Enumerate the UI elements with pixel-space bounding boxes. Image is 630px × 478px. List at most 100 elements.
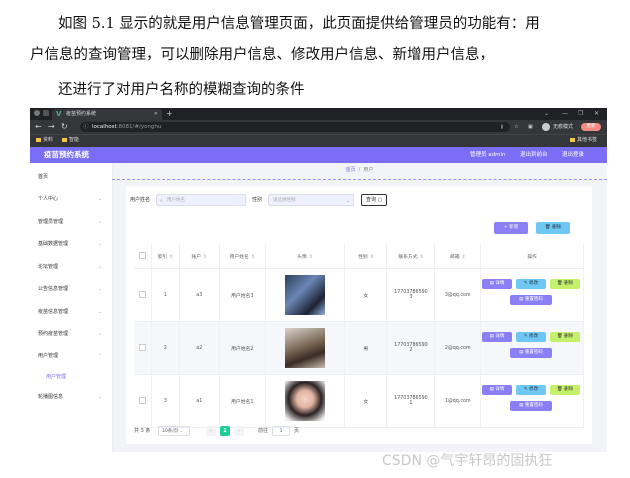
sidebar-item-forum[interactable]: 论坛管理 ⌄ — [38, 263, 102, 271]
column-header[interactable]: 联系方式 ⇕ — [386, 244, 436, 269]
goto-label: 前往 — [258, 428, 269, 434]
paragraph-line-1: 如图 5.1 显示的就是用户信息管理页面，此页面提供给管理员的功能有：用 — [58, 16, 540, 32]
row-checkbox[interactable] — [134, 321, 153, 375]
column-header[interactable]: 索引 ⇕ — [151, 244, 180, 269]
batch-delete-button[interactable]: 🗑 删除 — [536, 222, 570, 234]
bookmark-item[interactable]: 资料 — [36, 135, 53, 146]
restore-icon[interactable]: ❐ — [578, 108, 583, 120]
chevron-down-icon: ⌄ — [98, 219, 103, 225]
chevron-down-icon: ⌄ — [98, 264, 103, 270]
edit-button[interactable]: ✎ 修改 — [516, 332, 546, 342]
sidebar-subitem-users[interactable]: 用户管理 — [46, 373, 66, 381]
prev-page-button[interactable]: ‹ — [206, 426, 216, 436]
cell-gender: 女 — [344, 268, 388, 322]
page-unit-label: 页 — [294, 428, 300, 434]
bookmarks-bar: 资料 智能 其他书签 — [30, 134, 607, 147]
chevron-down-icon: ⌄ — [98, 196, 103, 202]
column-header[interactable]: 性别 ⇕ — [344, 244, 388, 269]
cell-avatar — [265, 268, 346, 322]
chevron-down-icon[interactable]: ⌄ — [544, 108, 549, 120]
select-all-checkbox[interactable] — [134, 244, 153, 269]
query-button[interactable]: 查询 ○ — [361, 194, 387, 206]
close-tab-icon[interactable]: ✕ — [154, 109, 158, 120]
reset-password-button[interactable]: ▤ 重置密码 — [510, 295, 552, 305]
detail-button[interactable]: ▤ 详情 — [482, 279, 512, 289]
cell-actions: ▤ 详情 ✎ 修改 🗑 删除 ▤ 重置密码 — [480, 268, 584, 322]
star-icon[interactable]: ☆ — [514, 122, 518, 132]
main-panel: 用户姓名 ⌕ 用户姓名 性别 请选择性别 ⌄ 查询 ○ + 新增 🗑 删除 索引… — [126, 186, 592, 444]
table-row: 2 a2 用户姓名2 男 17703786590 2 2@qq.com ▤ 详情 … — [134, 321, 584, 375]
incognito-label: 无痕模式 — [553, 124, 574, 130]
paragraph-line-2: 户信息的查询管理，可以删除用户信息、修改用户信息、新增用户信息， — [30, 47, 494, 63]
info-icon: ⓘ — [83, 124, 89, 130]
page-size-select[interactable]: 10条/页 ⌄ — [158, 426, 190, 436]
detail-button[interactable]: ▤ 详情 — [482, 332, 512, 342]
gender-select[interactable]: 请选择性别 ⌄ — [268, 194, 354, 206]
cell-actions: ▤ 详情 ✎ 修改 🗑 删除 ▤ 重置密码 — [480, 321, 584, 375]
logout-link[interactable]: 退出登录 — [562, 147, 584, 163]
sidebar-item-profile[interactable]: 个人中心 ⌄ — [38, 195, 102, 203]
other-bookmarks[interactable]: 其他书签 — [570, 135, 597, 146]
back-icon[interactable]: ← — [35, 121, 42, 133]
new-tab-icon[interactable]: + — [166, 108, 173, 120]
cell-account: a2 — [179, 321, 220, 375]
forward-icon[interactable]: → — [48, 121, 55, 133]
avatar-photo[interactable] — [285, 328, 325, 368]
user-table: 索引 ⇕ 账户 ⇕ 用户姓名 ⇕ 头像 ⇕ 性别 ⇕ 联系方式 ⇕ 邮箱 ⇕ 操作 1 a3 … — [134, 244, 584, 428]
search-icon: ⌕ — [160, 198, 163, 204]
column-header[interactable]: 用户姓名 ⇕ — [219, 244, 266, 269]
sidebar-item-vaccine[interactable]: 疫苗信息管理 ⌄ — [38, 308, 102, 316]
sidebar-item-home[interactable]: 首页 — [38, 173, 48, 181]
edit-button[interactable]: ✎ 修改 — [516, 385, 546, 395]
column-header[interactable]: 头像 ⇕ — [265, 244, 346, 269]
delete-button[interactable]: 🗑 删除 — [550, 332, 580, 342]
tab-group-icon[interactable] — [43, 110, 49, 116]
sidepanel-icon[interactable]: ▣ — [528, 122, 533, 132]
page-number-current[interactable]: 1 — [220, 426, 230, 436]
browser-tab[interactable]: V 疫苗预约系统 ✕ — [52, 109, 162, 120]
url-field[interactable]: ⓘ localhost:8081/#/yonghu — [80, 122, 510, 132]
reload-icon[interactable]: ↻ — [61, 121, 68, 133]
delete-button[interactable]: 🗑 删除 — [550, 279, 580, 289]
table-row: 1 a3 用户姓名3 女 17703786590 3 3@qq.com ▤ 详情 … — [134, 268, 584, 322]
avatar-photo[interactable] — [285, 381, 325, 421]
chevron-down-icon: ⌄ — [98, 394, 103, 400]
column-header[interactable]: 账户 ⇕ — [179, 244, 220, 269]
row-checkbox[interactable] — [134, 374, 153, 428]
browser-menu-icon[interactable] — [34, 110, 40, 116]
breadcrumb-home[interactable]: 首页 — [346, 167, 356, 173]
cell-gender: 男 — [344, 321, 388, 375]
table-row: 3 a1 用户姓名1 女 17703786590 1 1@qq.com ▤ 详情 … — [134, 374, 584, 428]
url-path: :8081/#/yonghu — [116, 124, 162, 130]
sidebar-item-basic-data[interactable]: 基础数据管理 ⌄ — [38, 240, 102, 248]
sidebar-item-booking[interactable]: 预约疫苗管理 ⌄ — [38, 330, 102, 338]
sidebar-item-carousel[interactable]: 轮播图信息 ⌄ — [38, 393, 102, 401]
sidebar-item-notice[interactable]: 公告信息管理 ⌄ — [38, 285, 102, 293]
add-button[interactable]: + 新增 — [494, 222, 528, 234]
next-page-button[interactable]: › — [234, 426, 244, 436]
front-link[interactable]: 退出到前台 — [520, 147, 548, 163]
close-window-icon[interactable]: ✕ — [594, 108, 599, 120]
column-header[interactable]: 邮箱 ⇕ — [434, 244, 481, 269]
bookmark-item[interactable]: 智能 — [62, 135, 79, 146]
page-jump-input[interactable]: 1 — [272, 426, 290, 436]
sidebar: 首页 个人中心 ⌄ 管理员管理 ⌄ 基础数据管理 ⌄ 论坛管理 ⌄ 公告信息管理 ⌄ 疫苗… — [30, 163, 113, 452]
table-header-row: 索引 ⇕ 账户 ⇕ 用户姓名 ⇕ 头像 ⇕ 性别 ⇕ 联系方式 ⇕ 邮箱 ⇕ 操作 — [134, 244, 584, 269]
name-search-input[interactable]: ⌕ 用户姓名 — [156, 194, 246, 206]
minimize-icon[interactable]: — — [562, 108, 568, 120]
edit-button[interactable]: ✎ 修改 — [516, 279, 546, 289]
avatar-photo[interactable] — [285, 275, 325, 315]
delete-button[interactable]: 🗑 删除 — [550, 385, 580, 395]
gender-filter-label: 性别 — [252, 197, 263, 203]
detail-button[interactable]: ▤ 详情 — [482, 385, 512, 395]
sidebar-item-users[interactable]: 用户管理 ⌃ — [38, 352, 102, 360]
row-checkbox[interactable] — [134, 268, 153, 322]
sidebar-item-admin[interactable]: 管理员管理 ⌄ — [38, 218, 102, 226]
update-button[interactable]: 更新 — [581, 123, 601, 131]
reset-password-button[interactable]: ▤ 重置密码 — [510, 401, 552, 411]
chevron-down-icon: ⌄ — [98, 331, 103, 337]
reset-password-button[interactable]: ▤ 重置密码 — [510, 348, 552, 358]
chevron-down-icon: ⌄ — [98, 309, 103, 315]
incognito-avatar[interactable] — [542, 123, 550, 131]
key-icon[interactable]: ⚷ — [500, 122, 504, 132]
